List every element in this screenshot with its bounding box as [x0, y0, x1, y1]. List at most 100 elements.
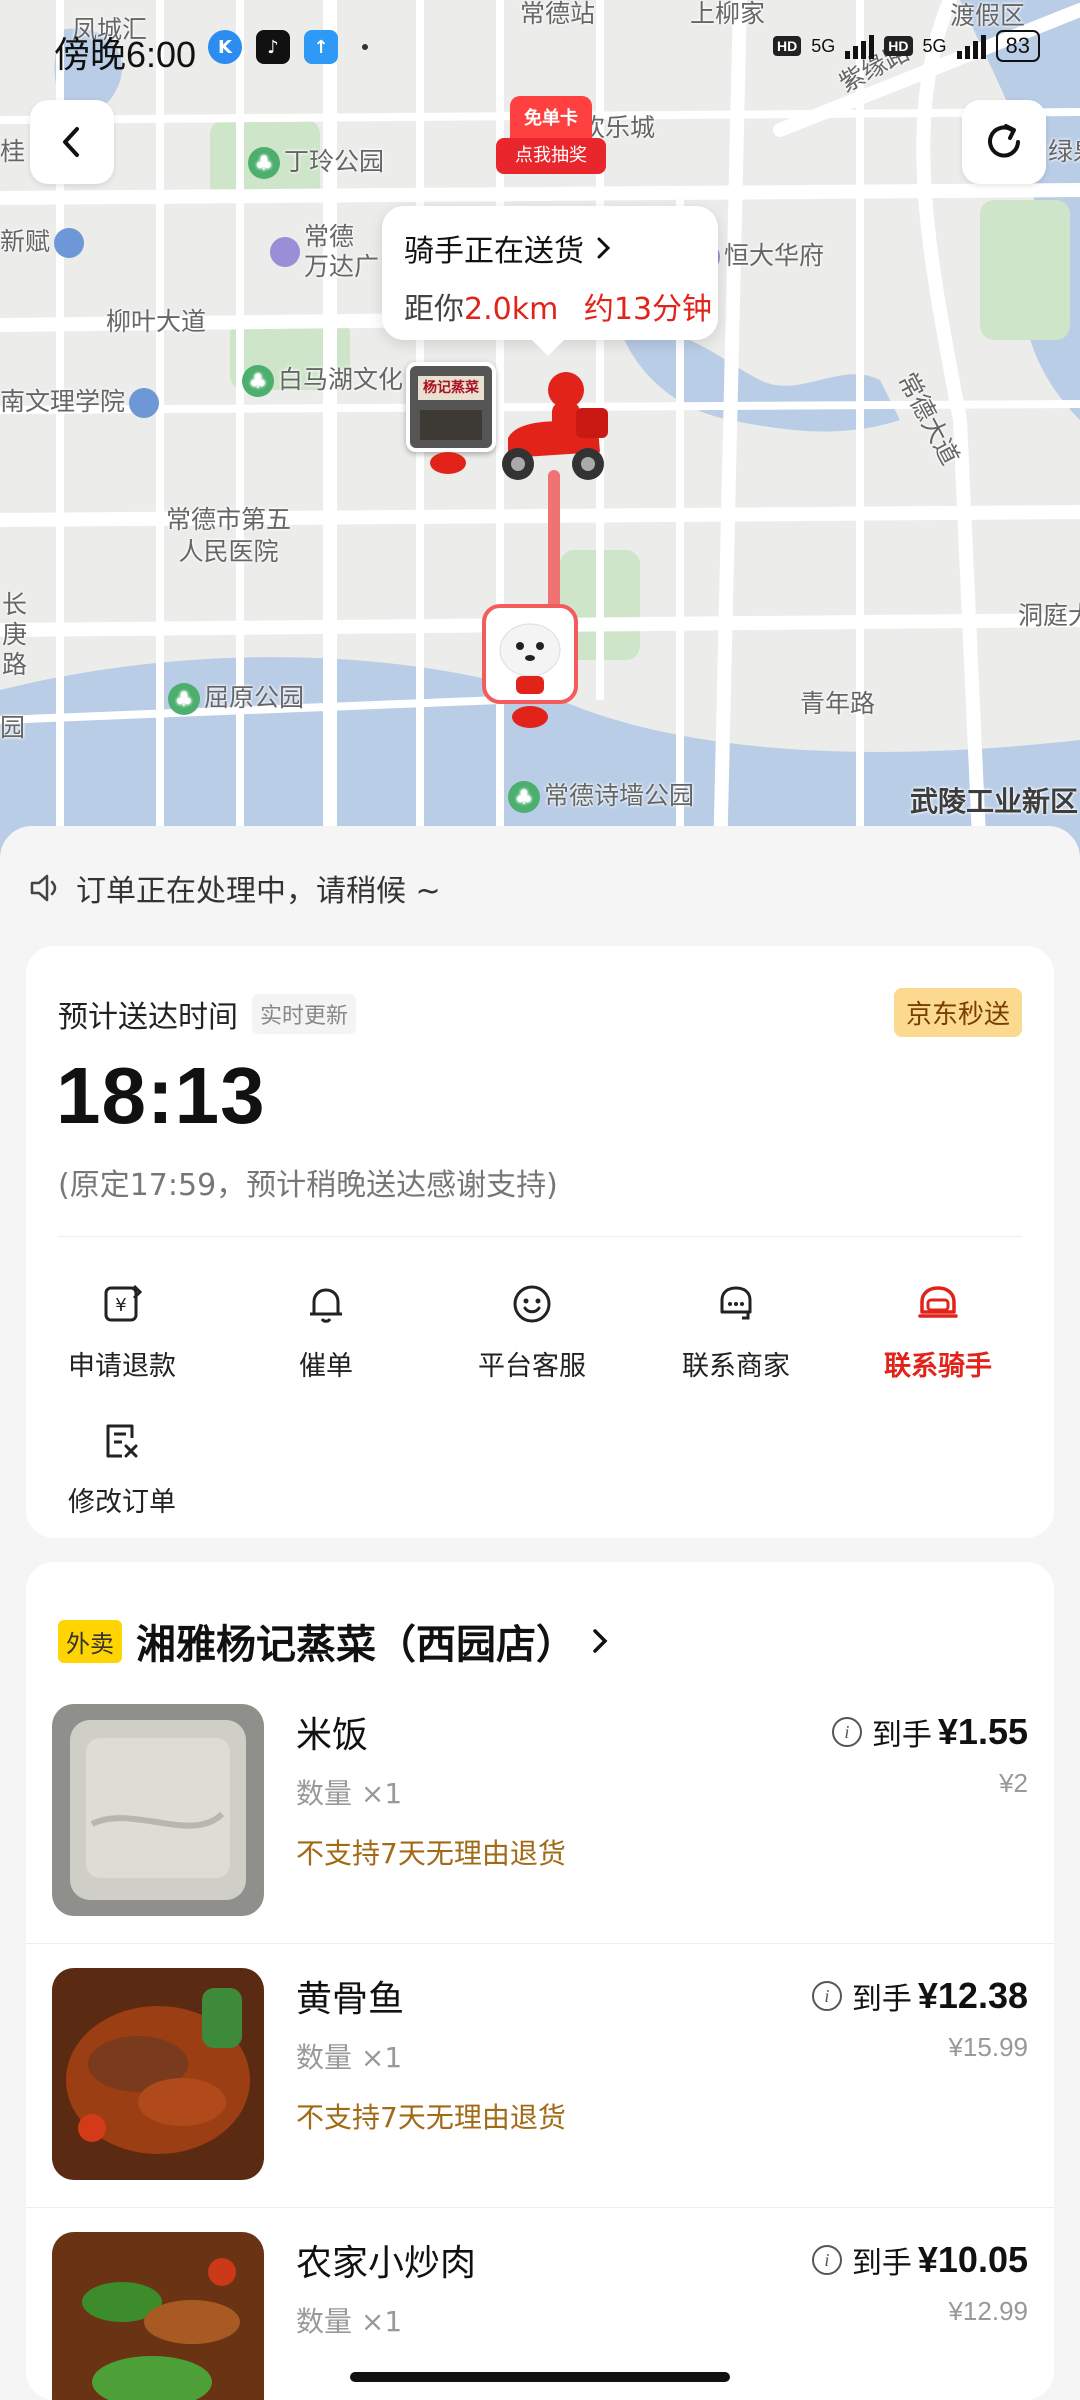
promo-bottom-label: 点我抽奖: [496, 138, 606, 174]
rider-helmet-icon: [918, 1286, 958, 1318]
dot-icon: [362, 44, 368, 50]
contact-merchant-label: 联系商家: [682, 1351, 790, 1382]
dinglinggongyuan-text: 丁玲公园: [284, 147, 385, 176]
home-indicator[interactable]: [350, 2372, 730, 2382]
map-label-quyuan: ♣ 屈原公园: [168, 678, 304, 715]
map-label-changgenglu: 长 庚 路: [2, 590, 28, 679]
price-label: 到手: [851, 1982, 912, 2017]
order-item[interactable]: 黄骨鱼 数量 ×1 不支持7天无理由退货 i 到手 ¥12.38 ¥15.99: [26, 1944, 1054, 2208]
app-k-icon: K: [208, 30, 242, 64]
bell-icon: [310, 1288, 342, 1323]
info-icon[interactable]: i: [811, 1981, 842, 2011]
speaker-icon: [30, 874, 57, 902]
map-label-qingnianlu: 青年路: [800, 689, 876, 718]
urge-button[interactable]: 催单: [226, 1274, 426, 1383]
status-bar: 傍晚6:00 K ♪ ↑ HD 5G HD 5G 83: [0, 0, 1080, 96]
destination-marker[interactable]: [482, 604, 578, 704]
item-name: 黄骨鱼: [296, 1979, 405, 2020]
back-button[interactable]: [30, 100, 114, 184]
info-icon[interactable]: i: [811, 2245, 842, 2275]
status-indicators: HD 5G HD 5G 83: [773, 30, 1040, 62]
merchant-chat-icon: [720, 1286, 752, 1320]
map-label-dongting: 洞庭大: [1018, 601, 1080, 630]
map-label-xinfu: 新赋: [0, 222, 85, 258]
order-notice: 订单正在处理中，请稍候 ~: [28, 866, 441, 910]
fish-photo: [52, 1968, 264, 2180]
promo-top-label: 免单卡: [510, 96, 592, 142]
store-header[interactable]: 外卖 湘雅杨记蒸菜（西园店）: [58, 1612, 610, 1670]
divider: [58, 1236, 1022, 1237]
delivery-map[interactable]: 凤城汇 常德站 上柳家 渡假区 紫缘路 桂 ♣丁玲公园 欢乐城 绿泉 新赋 常德…: [0, 0, 1080, 860]
route-line: [548, 470, 560, 620]
rider-scooter-icon: [502, 372, 608, 480]
info-icon[interactable]: i: [831, 1717, 862, 1747]
battery-icon: 83: [995, 30, 1040, 62]
eta-time: 18:13: [56, 1051, 266, 1140]
net-type-1: 5G: [811, 35, 836, 56]
baimahu-text: 白马湖文化: [278, 365, 404, 394]
store-photo: [420, 410, 482, 440]
hd-badge-1: HD: [773, 36, 802, 56]
order-item[interactable]: 米饭 数量 ×1 不支持7天无理由退货 i 到手 ¥1.55 ¥2: [26, 1680, 1054, 1944]
modify-order-label: 修改订单: [68, 1487, 176, 1518]
order-sheet: 订单正在处理中，请稍候 ~ 预计送达时间 实时更新 京东秒送 18:13 (原定…: [0, 826, 1080, 2400]
store-marker[interactable]: 杨记蒸菜: [406, 362, 496, 452]
item-original-price: ¥2: [999, 1768, 1028, 1798]
item-price-row: i 到手 ¥10.05: [811, 2238, 1028, 2282]
map-label-dinglinggongyuan: ♣ 丁玲公园: [248, 142, 384, 179]
park-icon: ♣: [242, 365, 274, 397]
item-thumbnail: [52, 1704, 264, 1916]
item-thumbnail: [52, 2232, 264, 2400]
edit-order-icon: [106, 1424, 138, 1458]
map-label-liuyedadao: 柳叶大道: [106, 307, 207, 336]
net-type-2: 5G: [922, 35, 947, 56]
signal-icon-1: [845, 33, 875, 59]
contact-merchant-button[interactable]: 联系商家: [636, 1274, 836, 1383]
item-final-price: ¥12.38: [917, 1975, 1028, 2016]
map-label-luquan: 绿泉: [1048, 137, 1080, 166]
order-notice-text: 订单正在处理中，请稍候 ~: [76, 874, 441, 909]
free-order-lottery-button[interactable]: 免单卡 点我抽奖: [496, 96, 606, 182]
chevron-right-icon: [597, 237, 611, 259]
stir-fry-pork-photo: [52, 2232, 264, 2400]
map-label-wuling: 武陵工业新区: [910, 785, 1079, 818]
map-label-yuan: 园: [0, 713, 26, 742]
rider-status-bubble[interactable]: 骑手正在送货 距你2.0km 约13分钟: [382, 206, 718, 356]
modify-order-button[interactable]: 修改订单: [22, 1410, 222, 1519]
platform-service-button[interactable]: 平台客服: [432, 1274, 632, 1383]
realtime-tag: 实时更新: [252, 994, 357, 1034]
map-label-gui: 桂: [0, 137, 26, 166]
item-quantity: 数量 ×1: [296, 2041, 403, 2074]
price-label: 到手: [871, 1718, 932, 1753]
store-name: 湘雅杨记蒸菜（西园店）: [136, 1622, 576, 1668]
nanwenli-text: 南文理学院: [0, 387, 126, 416]
map-label-fifth-hospital: 常德市第五 人民医院: [166, 505, 292, 566]
map-label-shiqiang: ♣ 常德诗墙公园: [508, 776, 694, 813]
eta-label-row: 预计送达时间 实时更新: [58, 992, 357, 1036]
tiktok-icon: ♪: [256, 30, 290, 64]
urge-label: 催单: [299, 1351, 353, 1382]
item-original-price: ¥12.99: [948, 2296, 1028, 2326]
eta-label: 预计送达时间: [58, 1000, 238, 1035]
refresh-icon: [988, 124, 1020, 158]
item-original-price: ¥15.99: [948, 2032, 1028, 2062]
chevron-left-icon: [63, 127, 79, 157]
contact-rider-button[interactable]: 联系骑手: [838, 1274, 1038, 1383]
store-card: 外卖 湘雅杨记蒸菜（西园店） 米饭 数量 ×1 不支持7天无理由退货 i 到手 …: [26, 1562, 1054, 2400]
item-name: 农家小炒肉: [296, 2243, 477, 2284]
status-app-icons: K ♪ ↑: [208, 30, 368, 64]
item-name: 米饭: [296, 1715, 369, 1756]
rider-status-title: 骑手正在送货: [404, 226, 696, 270]
refresh-button[interactable]: [962, 100, 1046, 184]
shiqiang-text: 常德诗墙公园: [544, 781, 695, 810]
status-time: 傍晚6:00: [54, 34, 197, 75]
item-final-price: ¥1.55: [937, 1711, 1028, 1752]
distance-prefix: 距你: [404, 292, 464, 327]
destination-pin-icon: [512, 706, 548, 728]
signal-icon-2: [956, 33, 986, 59]
refund-button[interactable]: ¥ 申请退款: [22, 1274, 222, 1383]
park-icon: ♣: [248, 147, 280, 179]
school-icon: [54, 228, 85, 258]
takeout-tag: 外卖: [58, 1619, 122, 1663]
item-quantity: 数量 ×1: [296, 1777, 403, 1810]
